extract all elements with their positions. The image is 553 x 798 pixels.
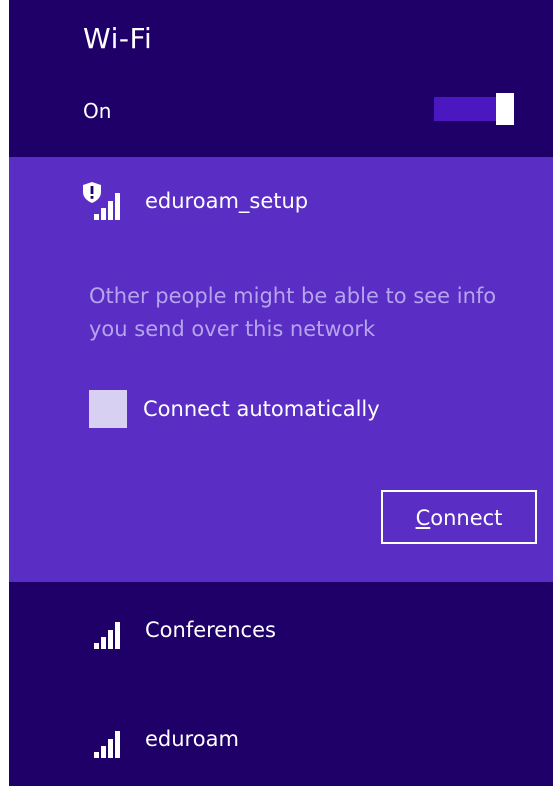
wifi-state-label: On: [83, 99, 112, 123]
network-name: Conferences: [145, 618, 276, 642]
network-name: eduroam_setup: [145, 189, 309, 213]
auto-connect-option[interactable]: Connect automatically: [89, 390, 380, 428]
selected-network-panel: eduroam_setup Other people might be able…: [9, 157, 553, 582]
signal-strength-icon: [81, 719, 133, 759]
panel-title: Wi-Fi: [83, 22, 153, 55]
connect-button[interactable]: Connect: [381, 490, 537, 544]
toggle-thumb[interactable]: [496, 93, 514, 125]
auto-connect-label: Connect automatically: [143, 397, 380, 421]
wifi-panel: Wi-Fi On eduroam_setup Other people migh…: [9, 0, 553, 786]
unsecured-signal-icon: [81, 181, 133, 221]
wifi-toggle[interactable]: [430, 93, 518, 125]
security-warning: Other people might be able to see info y…: [89, 284, 497, 341]
connect-mnemonic: C: [415, 506, 431, 530]
connect-label-rest: onnect: [430, 506, 503, 530]
network-item-conferences[interactable]: Conferences: [81, 608, 276, 652]
auto-connect-checkbox[interactable]: [89, 390, 127, 428]
network-item-eduroam[interactable]: eduroam: [81, 717, 239, 761]
network-name: eduroam: [145, 727, 239, 751]
network-item-selected[interactable]: eduroam_setup: [81, 179, 308, 223]
signal-strength-icon: [81, 610, 133, 650]
